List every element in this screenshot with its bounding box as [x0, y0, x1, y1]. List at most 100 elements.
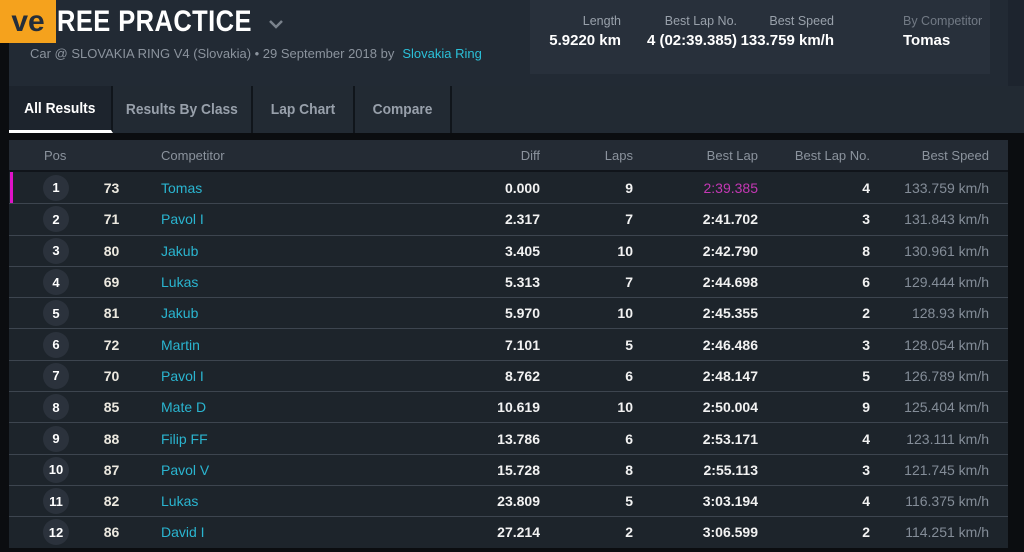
car-number-cell: 85 [103, 399, 120, 416]
best-speed-cell: 133.759 km/h [904, 179, 989, 196]
car-number-cell: 87 [103, 461, 120, 478]
session-stat-2: Best Speed 133.759 km/h [741, 14, 834, 49]
car-number-cell: 72 [103, 336, 120, 353]
car-number-cell: 70 [103, 367, 120, 384]
best-speed-cell: 130.961 km/h [904, 242, 989, 259]
car-number-cell: 81 [103, 305, 120, 322]
table-row[interactable]: 2 71 Pavol I 2.317 7 2:41.702 3 131.843 … [9, 203, 1008, 235]
app-logo[interactable]: ve [0, 0, 56, 43]
tab-lap-chart[interactable]: Lap Chart [253, 86, 355, 133]
laps-cell: 2 [625, 524, 633, 541]
best-lap-no-cell: 3 [862, 211, 870, 228]
tab-label: Results By Class [125, 101, 238, 118]
position-cell: 10 [9, 456, 89, 483]
best-lap-cell: 2:45.355 [702, 305, 758, 322]
best-speed-cell: 114.251 km/h [905, 524, 989, 541]
best-lap-no-cell: 3 [862, 461, 870, 478]
laps-cell: 6 [625, 430, 633, 447]
diff-cell: 23.809 [497, 493, 540, 510]
competitor-link[interactable]: Martin [134, 337, 314, 353]
column-header-laps: Laps [604, 147, 633, 163]
competitor-link[interactable]: Pavol I [134, 211, 314, 227]
competitor-link[interactable]: Mate D [134, 399, 314, 415]
best-lap-no-cell: 8 [862, 242, 870, 259]
position-cell: 6 [9, 331, 89, 358]
column-header-best-lap: Best Lap [706, 147, 758, 163]
best-speed-cell: 123.111 km/h [906, 430, 989, 447]
competitor-link[interactable]: Lukas [134, 274, 314, 290]
position-badge: 10 [43, 456, 69, 483]
column-header-diff: Diff [520, 147, 540, 163]
diff-cell: 2.317 [504, 211, 540, 228]
best-speed-cell: 125.404 km/h [904, 399, 989, 416]
position-cell: 9 [9, 425, 89, 452]
competitor-link[interactable]: Jakub [134, 305, 314, 321]
position-badge: 5 [43, 300, 69, 327]
laps-cell: 9 [625, 179, 633, 196]
stat-label: Best Speed [769, 14, 834, 28]
best-speed-cell: 121.745 km/h [904, 461, 989, 478]
competitor-link[interactable]: Pavol I [134, 368, 314, 384]
laps-cell: 7 [625, 211, 633, 228]
organizer-link[interactable]: Slovakia Ring [402, 46, 482, 61]
best-lap-no-cell: 4 [862, 430, 870, 447]
car-number-cell: 73 [103, 179, 120, 196]
table-row[interactable]: 8 85 Mate D 10.619 10 2:50.004 9 125.404… [9, 391, 1008, 423]
diff-cell: 8.762 [504, 367, 540, 384]
competitor-link[interactable]: Jakub [134, 243, 314, 259]
best-lap-cell: 2:55.113 [703, 461, 759, 478]
best-lap-cell: 2:41.702 [702, 211, 758, 228]
table-row[interactable]: 1 73 Tomas 0.000 9 2:39.385 4 133.759 km… [9, 172, 1008, 204]
position-badge: 1 [43, 174, 69, 201]
table-row[interactable]: 11 82 Lukas 23.809 5 3:03.194 4 116.375 … [9, 484, 1008, 517]
header-right-strip [1008, 0, 1024, 86]
diff-cell: 0.000 [504, 179, 540, 196]
laps-cell: 6 [625, 367, 633, 384]
car-number-cell: 88 [103, 430, 120, 447]
results-tabbar: All Results Results By Class Lap Chart C… [9, 86, 1024, 133]
tab-label: Compare [372, 101, 433, 118]
stat-value: 5.9220 km [549, 32, 621, 49]
car-number-cell: 80 [103, 242, 120, 259]
best-lap-no-cell: 2 [862, 524, 870, 541]
best-lap-cell: 3:03.194 [702, 493, 758, 510]
competitor-link[interactable]: Filip FF [134, 431, 314, 447]
position-badge: 11 [43, 488, 69, 515]
table-row[interactable]: 5 81 Jakub 5.970 10 2:45.355 2 128.93 km… [9, 297, 1008, 329]
best-lap-no-cell: 2 [862, 305, 870, 322]
table-row[interactable]: 3 80 Jakub 3.405 10 2:42.790 8 130.961 k… [9, 234, 1008, 266]
stat-value: 133.759 km/h [740, 32, 834, 49]
competitor-link[interactable]: Tomas [134, 180, 314, 196]
table-row[interactable]: 6 72 Martin 7.101 5 2:46.486 3 128.054 k… [9, 328, 1008, 360]
tab-results-by-class[interactable]: Results By Class [113, 86, 253, 133]
table-row[interactable]: 12 86 David I 27.214 2 3:06.599 2 114.25… [9, 516, 1008, 548]
best-lap-no-cell: 4 [862, 179, 870, 196]
competitor-link[interactable]: Pavol V [134, 462, 314, 478]
table-row[interactable]: 4 69 Lukas 5.313 7 2:44.698 6 129.444 km… [9, 265, 1008, 298]
best-lap-cell: 3:06.599 [702, 524, 758, 541]
table-row[interactable]: 9 88 Filip FF 13.786 6 2:53.171 4 123.11… [9, 422, 1008, 454]
diff-cell: 15.728 [497, 461, 540, 478]
laps-cell: 8 [625, 461, 633, 478]
laps-cell: 5 [625, 493, 633, 510]
best-lap-no-cell: 3 [862, 336, 870, 353]
tab-all-results[interactable]: All Results [9, 86, 113, 133]
chevron-down-icon[interactable] [268, 10, 284, 34]
diff-cell: 5.313 [504, 274, 540, 291]
tab-compare[interactable]: Compare [355, 86, 452, 133]
competitor-link[interactable]: Lukas [134, 493, 314, 509]
table-row[interactable]: 10 87 Pavol V 15.728 8 2:55.113 3 121.74… [9, 453, 1008, 485]
competitor-link[interactable]: David I [134, 524, 314, 540]
table-row[interactable]: 7 70 Pavol I 8.762 6 2:48.147 5 126.789 … [9, 359, 1008, 392]
stat-label: Length [582, 14, 621, 28]
title-row: REE PRACTICE [57, 3, 284, 41]
stat-value: Tomas [903, 32, 951, 49]
laps-cell: 10 [617, 399, 633, 416]
session-subtitle: Car @ SLOVAKIA RING V4 (Slovakia) • 29 S… [30, 46, 482, 61]
position-cell: 11 [9, 488, 89, 515]
best-speed-cell: 128.93 km/h [911, 305, 989, 322]
stat-value: 4 (02:39.385) [646, 32, 737, 49]
position-cell: 3 [9, 237, 89, 264]
car-number-cell: 82 [103, 493, 120, 510]
laps-cell: 5 [625, 336, 633, 353]
